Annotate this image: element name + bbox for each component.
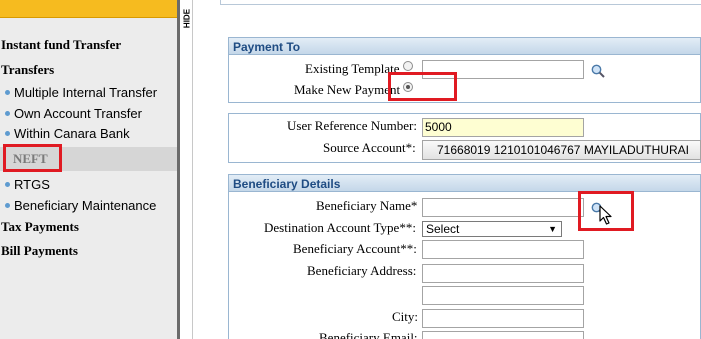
existing-template-label: Existing Template <box>305 61 400 76</box>
sidebar-item-label: RTGS <box>14 177 50 192</box>
destination-account-type-select[interactable]: Select ▼ <box>422 221 562 237</box>
sidebar-item-own-account-transfer[interactable]: Own Account Transfer <box>5 106 142 121</box>
city-label: City: <box>392 309 419 324</box>
sidebar-heading-bill-payments[interactable]: Bill Payments <box>1 243 78 259</box>
beneficiary-address-line2-input[interactable] <box>422 286 584 305</box>
hide-sidebar-toggle[interactable]: HIDE <box>180 6 193 32</box>
dropdown-arrow-icon: ▼ <box>548 224 557 234</box>
sidebar-item-label: Own Account Transfer <box>14 106 142 121</box>
beneficiary-account-input[interactable] <box>422 240 584 259</box>
beneficiary-account-label: Beneficiary Account**: <box>293 241 417 256</box>
user-reference-label: User Reference Number: <box>287 118 417 133</box>
beneficiary-email-label: Beneficiary Email: <box>319 330 418 339</box>
sidebar-heading-instant-fund-transfer[interactable]: Instant fund Transfer <box>1 37 121 53</box>
sidebar-top-bar <box>0 0 177 18</box>
bullet-icon <box>5 182 10 187</box>
highlight-box-neft <box>3 144 62 172</box>
bullet-icon <box>5 131 10 136</box>
city-input[interactable] <box>422 309 584 328</box>
user-reference-input[interactable]: 5000 <box>422 118 584 137</box>
beneficiary-name-label: Beneficiary Name* <box>316 198 418 213</box>
bullet-icon <box>5 90 10 95</box>
template-search-icon[interactable] <box>590 63 606 79</box>
sidebar-item-within-canara-bank[interactable]: Within Canara Bank <box>5 126 130 141</box>
destination-account-type-value: Select <box>426 222 460 236</box>
make-new-payment-label: Make New Payment <box>294 82 401 97</box>
top-rule <box>220 4 701 5</box>
beneficiary-details-header: Beneficiary Details <box>229 175 700 192</box>
highlight-box-make-new-payment <box>388 72 457 101</box>
beneficiary-address-label: Beneficiary Address: <box>307 263 417 278</box>
top-rule-edge <box>220 0 221 5</box>
sidebar-item-label: Within Canara Bank <box>14 126 130 141</box>
sidebar-item-label: Multiple Internal Transfer <box>14 85 158 100</box>
highlight-box-beneficiary-search <box>578 191 634 231</box>
sidebar-item-beneficiary-maintenance[interactable]: Beneficiary Maintenance <box>5 198 156 213</box>
hide-sidebar-strip[interactable] <box>180 0 193 339</box>
sidebar-item-label: Beneficiary Maintenance <box>14 198 157 213</box>
beneficiary-address-line1-input[interactable] <box>422 264 584 283</box>
bullet-icon <box>5 111 10 116</box>
sidebar-heading-tax-payments[interactable]: Tax Payments <box>1 219 79 235</box>
hide-label: HIDE <box>182 8 192 29</box>
destination-account-type-label: Destination Account Type**: <box>264 220 416 235</box>
sidebar-item-rtgs[interactable]: RTGS <box>5 177 50 192</box>
bullet-icon <box>5 203 10 208</box>
beneficiary-email-input[interactable] <box>422 331 584 339</box>
source-account-label: Source Account*: <box>323 140 416 155</box>
source-account-select[interactable]: 71668019 1210101046767 MAYILADUTHURAI <box>422 140 701 160</box>
sidebar-item-multiple-internal-transfer[interactable]: Multiple Internal Transfer <box>5 85 157 100</box>
payment-to-header: Payment To <box>229 38 700 55</box>
sidebar-heading-transfers[interactable]: Transfers <box>1 62 54 78</box>
beneficiary-name-input[interactable] <box>422 198 584 217</box>
existing-template-radio[interactable] <box>403 61 413 71</box>
